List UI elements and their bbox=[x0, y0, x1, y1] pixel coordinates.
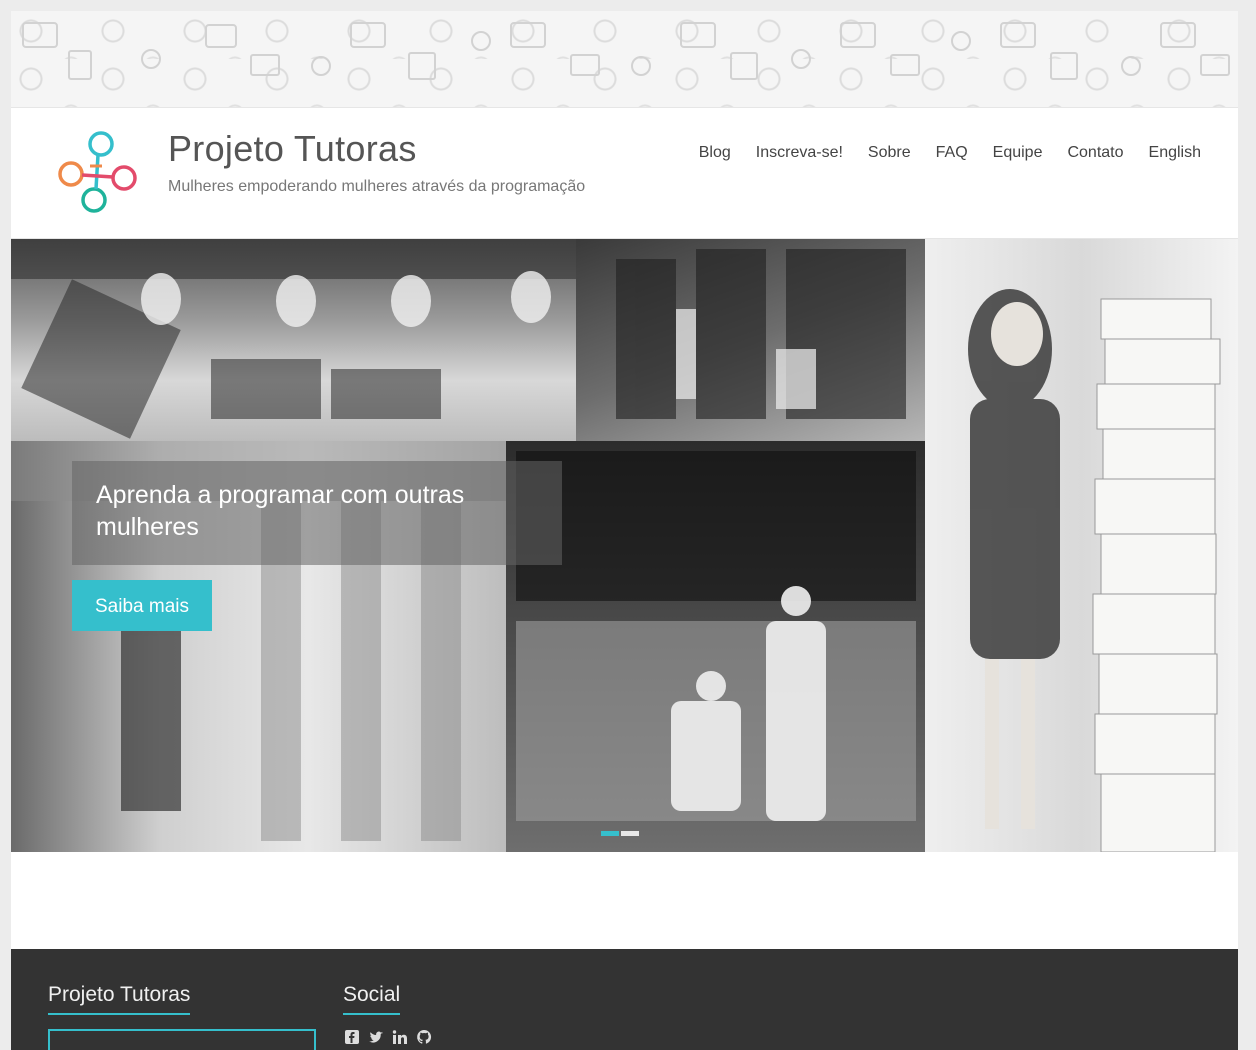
hero-photo-women-wiring-eniac bbox=[506, 441, 925, 852]
nav-contato[interactable]: Contato bbox=[1067, 144, 1123, 162]
social-links bbox=[344, 1029, 432, 1045]
nav-english[interactable]: English bbox=[1149, 144, 1201, 162]
nav-sobre[interactable]: Sobre bbox=[868, 144, 911, 162]
site-header: Projeto Tutoras Mulheres empoderando mul… bbox=[11, 108, 1238, 239]
twitter-icon[interactable] bbox=[368, 1029, 384, 1045]
pattern-icons bbox=[22, 22, 1230, 80]
site-title[interactable]: Projeto Tutoras bbox=[168, 128, 417, 170]
page: Projeto Tutoras Mulheres empoderando mul… bbox=[11, 11, 1238, 1050]
hero-photo-eniac-panels bbox=[576, 239, 925, 441]
header-pattern-banner bbox=[11, 11, 1238, 108]
slider-dot-1[interactable] bbox=[601, 831, 619, 836]
slider-indicators bbox=[601, 831, 639, 836]
nav-inscreva-se[interactable]: Inscreva-se! bbox=[756, 144, 843, 162]
linkedin-icon[interactable] bbox=[392, 1029, 408, 1045]
hero-caption: Aprenda a programar com outras mulheres bbox=[96, 481, 465, 541]
footer-title-projeto: Projeto Tutoras bbox=[48, 983, 191, 1015]
facebook-icon[interactable] bbox=[344, 1029, 360, 1045]
footer-title-social: Social bbox=[343, 983, 401, 1015]
hero-photo-women-with-boards bbox=[11, 239, 576, 441]
site-footer: Projeto Tutoras Social bbox=[11, 949, 1238, 1050]
main-nav: Blog Inscreva-se! Sobre FAQ Equipe Conta… bbox=[674, 144, 1201, 162]
hero-slider: Aprenda a programar com outras mulheres … bbox=[11, 239, 1238, 852]
github-icon[interactable] bbox=[416, 1029, 432, 1045]
hero-photo-woman-with-code-stack bbox=[925, 239, 1238, 852]
slider-dot-2[interactable] bbox=[621, 831, 639, 836]
site-tagline: Mulheres empoderando mulheres através da… bbox=[168, 178, 586, 195]
nav-equipe[interactable]: Equipe bbox=[993, 144, 1043, 162]
footer-content-box bbox=[48, 1029, 316, 1050]
nav-faq[interactable]: FAQ bbox=[936, 144, 968, 162]
saiba-mais-button[interactable]: Saiba mais bbox=[72, 580, 212, 631]
logo-icon[interactable] bbox=[56, 130, 140, 214]
nav-blog[interactable]: Blog bbox=[699, 144, 731, 162]
